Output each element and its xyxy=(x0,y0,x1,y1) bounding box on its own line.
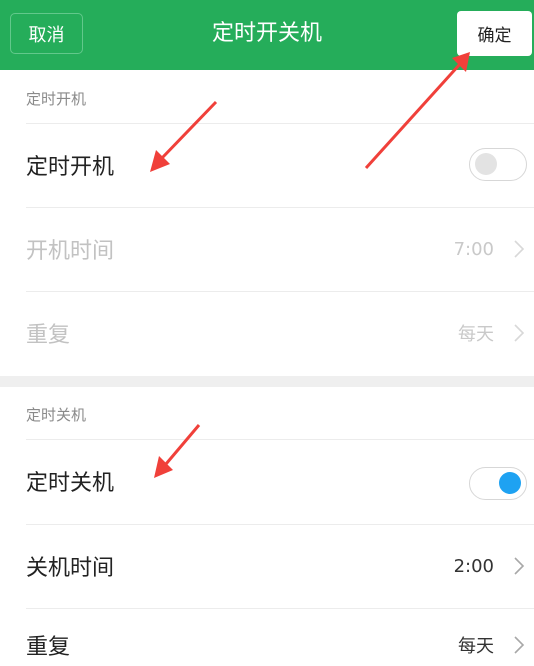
power-on-time-label: 开机时间 xyxy=(26,239,115,264)
nav-bar: 取消 定时开关机 确定 xyxy=(0,0,534,70)
power-off-time-row[interactable]: 关机时间 2:00 xyxy=(0,525,534,607)
power-on-repeat-row[interactable]: 重复 每天 xyxy=(0,292,534,374)
power-off-toggle-label: 定时关机 xyxy=(26,471,115,496)
chevron-right-icon xyxy=(513,292,525,374)
chevron-right-icon xyxy=(513,208,525,290)
power-on-repeat-label: 重复 xyxy=(26,323,71,348)
power-off-repeat-value: 每天 xyxy=(458,636,494,657)
power-off-time-label: 关机时间 xyxy=(26,556,115,581)
power-on-toggle-label: 定时开机 xyxy=(26,155,115,180)
power-off-repeat-row[interactable]: 重复 每天 xyxy=(0,609,534,666)
section-title-power-on: 定时开机 xyxy=(26,90,87,108)
chevron-right-icon xyxy=(513,525,525,607)
power-on-repeat-value: 每天 xyxy=(458,324,494,345)
toggle-knob xyxy=(475,153,497,175)
chevron-right-icon xyxy=(513,609,525,666)
power-off-toggle-row: 定时关机 xyxy=(0,440,534,522)
power-off-repeat-label: 重复 xyxy=(26,635,71,660)
section-gap xyxy=(0,376,534,387)
timer-power-page: 取消 定时开关机 确定 定时开机 定时开机 开机时间 7:00 重复 每天 定时… xyxy=(0,0,534,666)
confirm-button[interactable]: 确定 xyxy=(457,11,532,56)
cancel-button[interactable]: 取消 xyxy=(10,13,83,54)
power-on-time-row[interactable]: 开机时间 7:00 xyxy=(0,208,534,290)
power-off-toggle[interactable] xyxy=(469,467,527,500)
power-on-toggle-row: 定时开机 xyxy=(0,124,534,206)
section-title-power-off: 定时关机 xyxy=(26,406,87,424)
power-on-time-value: 7:00 xyxy=(453,238,494,260)
power-off-time-value: 2:00 xyxy=(453,555,494,577)
toggle-knob xyxy=(499,472,521,494)
power-on-toggle[interactable] xyxy=(469,148,527,181)
